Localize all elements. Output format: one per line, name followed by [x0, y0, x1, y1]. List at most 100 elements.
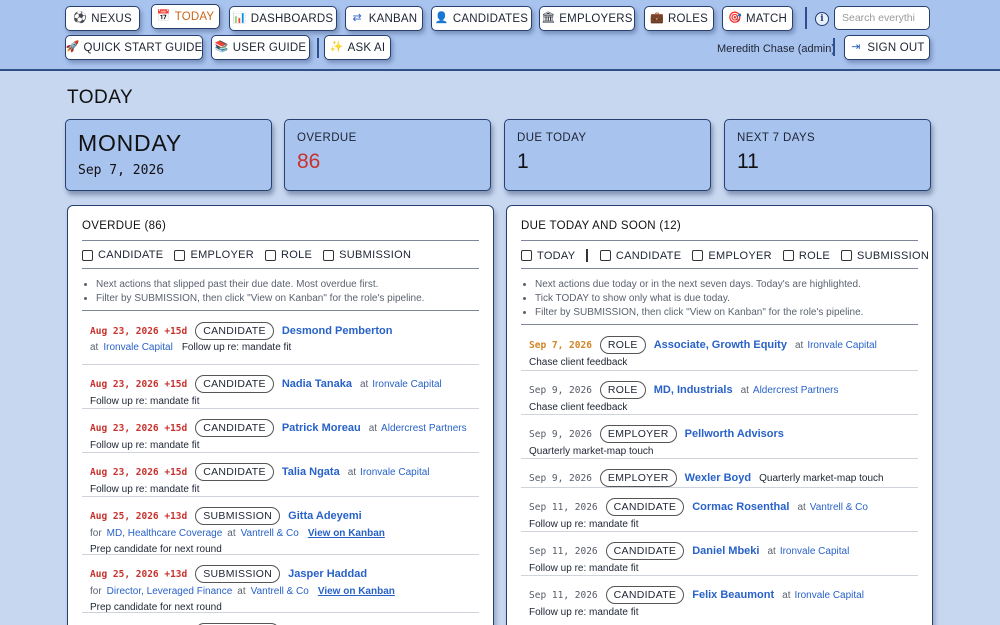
filter-employer[interactable]: EMPLOYER	[692, 250, 772, 262]
nav-divider	[805, 7, 807, 29]
firm-link[interactable]: Aldercrest Partners	[753, 385, 839, 396]
filter-candidate[interactable]: CANDIDATE	[599, 250, 681, 262]
info-icon[interactable]: i	[815, 12, 829, 26]
firm-link[interactable]: Ironvale Capital	[807, 340, 876, 351]
firm-link[interactable]: Ironvale Capital	[103, 342, 172, 353]
ask-ai-label: ASK AI	[347, 41, 386, 54]
filter-employer[interactable]: EMPLOYER	[174, 249, 254, 261]
firm-link[interactable]: Ironvale Capital	[360, 467, 429, 478]
checkbox[interactable]	[264, 249, 276, 261]
filter-label: EMPLOYER	[190, 249, 254, 261]
nav-nexus-label: NEXUS	[91, 12, 132, 25]
firm-link[interactable]: Vantrell & Co	[241, 528, 299, 539]
nav-dashboards-button[interactable]: 📊 DASHBOARDS	[229, 6, 337, 31]
type-badge: EMPLOYER	[599, 469, 677, 487]
nav-dashboards-label: DASHBOARDS	[250, 12, 334, 25]
filter-submission[interactable]: SUBMISSION	[323, 249, 411, 261]
item-detail: Follow up re: mandate fit	[529, 519, 639, 530]
checkbox[interactable]	[323, 249, 335, 261]
checkbox[interactable]	[841, 250, 853, 261]
entity-link[interactable]: Jasper Haddad	[288, 568, 367, 580]
checkbox[interactable]	[174, 249, 186, 261]
action-note: Follow up re: mandate fit	[90, 440, 200, 451]
nav-candidates-button[interactable]: 👤 CANDIDATES	[431, 6, 532, 31]
checkbox[interactable]	[82, 249, 93, 261]
next-7-days-stat-label: NEXT 7 DAYS	[737, 132, 816, 144]
item-header: Aug 23, 2026 +15d CANDIDATE Desmond Pember…	[90, 322, 392, 340]
list-item: Sep 11, 2026 CANDIDATE Cormac Rosenthal at V…	[521, 487, 918, 531]
entity-link[interactable]: Patrick Moreau	[282, 422, 361, 434]
entity-link[interactable]: Gitta Adeyemi	[288, 510, 362, 522]
hint-text: Filter by SUBMISSION, then click "View o…	[96, 292, 424, 306]
current-user: Meredith Chase (admin)	[717, 43, 835, 55]
view-on-kanban-link[interactable]: View on Kanban	[308, 528, 385, 539]
filter-today[interactable]: TODAY	[521, 250, 575, 262]
entity-link[interactable]: Wexler Boyd	[685, 472, 751, 484]
filter-role[interactable]: ROLE	[264, 249, 312, 261]
action-note: Chase client feedback	[529, 357, 628, 368]
nav-today-button[interactable]: 📅 TODAY	[151, 4, 220, 29]
at-label: at	[794, 339, 804, 351]
ask-ai-button[interactable]: ✨ ASK AI	[324, 35, 391, 60]
nav-nexus-button[interactable]: ⚽ NEXUS	[65, 6, 140, 31]
entity-link[interactable]: Associate, Growth Equity	[654, 339, 787, 351]
entity-link[interactable]: Daniel Mbeki	[692, 545, 759, 557]
nav-roles-label: ROLES	[668, 12, 708, 25]
user-guide-button[interactable]: 📚 USER GUIDE	[211, 35, 310, 60]
entity-link[interactable]: Nadia Tanaka	[282, 378, 352, 390]
view-on-kanban-link[interactable]: View on Kanban	[318, 586, 395, 597]
checkbox[interactable]	[599, 250, 611, 261]
firm-link[interactable]: Vantrell & Co	[251, 586, 309, 597]
checkbox[interactable]	[692, 250, 704, 261]
swap-arrows-icon: ⇄	[352, 12, 362, 24]
due-panel-title: DUE TODAY AND SOON (12)	[521, 220, 682, 232]
nav-candidates-label: CANDIDATES	[452, 12, 529, 25]
action-note: Follow up re: mandate fit	[90, 484, 200, 495]
filter-role[interactable]: ROLE	[782, 249, 831, 262]
filter-label: SUBMISSION	[339, 249, 412, 261]
firm-link[interactable]: Aldercrest Partners	[381, 423, 467, 434]
due-today-stat-value: 1	[517, 150, 529, 173]
filter-label: ROLE	[798, 249, 831, 262]
for-label: for	[90, 586, 102, 597]
firm-link[interactable]: Ironvale Capital	[780, 546, 849, 557]
overdue-panel: OVERDUE (86) CANDIDATE EMPLOYER ROLE SUB…	[67, 205, 494, 625]
item-header: Sep 11, 2026 CANDIDATE Daniel Mbeki at Ironv…	[529, 542, 849, 560]
due-today-stat-card: DUE TODAY 1	[504, 119, 711, 191]
entity-link[interactable]: MD, Industrials	[654, 384, 733, 396]
page-title: TODAY	[67, 87, 134, 108]
checkbox[interactable]	[521, 250, 532, 261]
entity-link[interactable]: Felix Beaumont	[692, 589, 774, 601]
action-note: Follow up re: mandate fit	[181, 342, 292, 353]
due-date: Aug 25, 2026 +13d	[90, 510, 188, 522]
quick-start-guide-button[interactable]: 🚀 QUICK START GUIDE	[65, 35, 203, 60]
search-input[interactable]	[834, 6, 930, 30]
entity-link[interactable]: Pellworth Advisors	[685, 428, 784, 440]
type-badge: CANDIDATE	[195, 419, 274, 437]
at-label: at	[227, 528, 236, 539]
nav-roles-button[interactable]: 💼 ROLES	[644, 6, 714, 31]
filter-submission[interactable]: SUBMISSION	[841, 250, 929, 262]
filter-candidate[interactable]: CANDIDATE	[82, 249, 163, 261]
action-note: Quarterly market-map touch	[759, 472, 884, 484]
firm-link[interactable]: Vantrell & Co	[810, 502, 868, 513]
firm-link[interactable]: Ironvale Capital	[794, 590, 863, 601]
item-header: Aug 23, 2026 +15d CANDIDATE Nadia Tanaka at…	[90, 375, 442, 393]
overdue-panel-title: OVERDUE (86)	[82, 220, 167, 232]
checkbox[interactable]	[782, 250, 794, 261]
entity-link[interactable]: Cormac Rosenthal	[692, 501, 789, 513]
role-link[interactable]: Director, Leveraged Finance	[107, 586, 233, 597]
sign-out-button[interactable]: ⇥ SIGN OUT	[844, 35, 930, 60]
firm-link[interactable]: Ironvale Capital	[372, 379, 441, 390]
nav-kanban-button[interactable]: ⇄ KANBAN	[345, 6, 423, 31]
nav-employers-button[interactable]: 🏛 EMPLOYERS	[539, 6, 635, 31]
nav-match-button[interactable]: 🎯 MATCH	[722, 6, 793, 31]
due-date: Sep 11, 2026	[529, 545, 598, 557]
type-badge: CANDIDATE	[195, 375, 274, 393]
divider	[82, 240, 479, 241]
role-link[interactable]: MD, Healthcare Coverage	[107, 528, 223, 539]
entity-link[interactable]: Talia Ngata	[282, 466, 340, 478]
type-badge: SUBMISSION	[195, 507, 281, 525]
entity-link[interactable]: Desmond Pemberton	[282, 325, 393, 337]
list-item: Sep 11, 2026 CANDIDATE Daniel Mbeki at Ironv…	[521, 531, 918, 575]
